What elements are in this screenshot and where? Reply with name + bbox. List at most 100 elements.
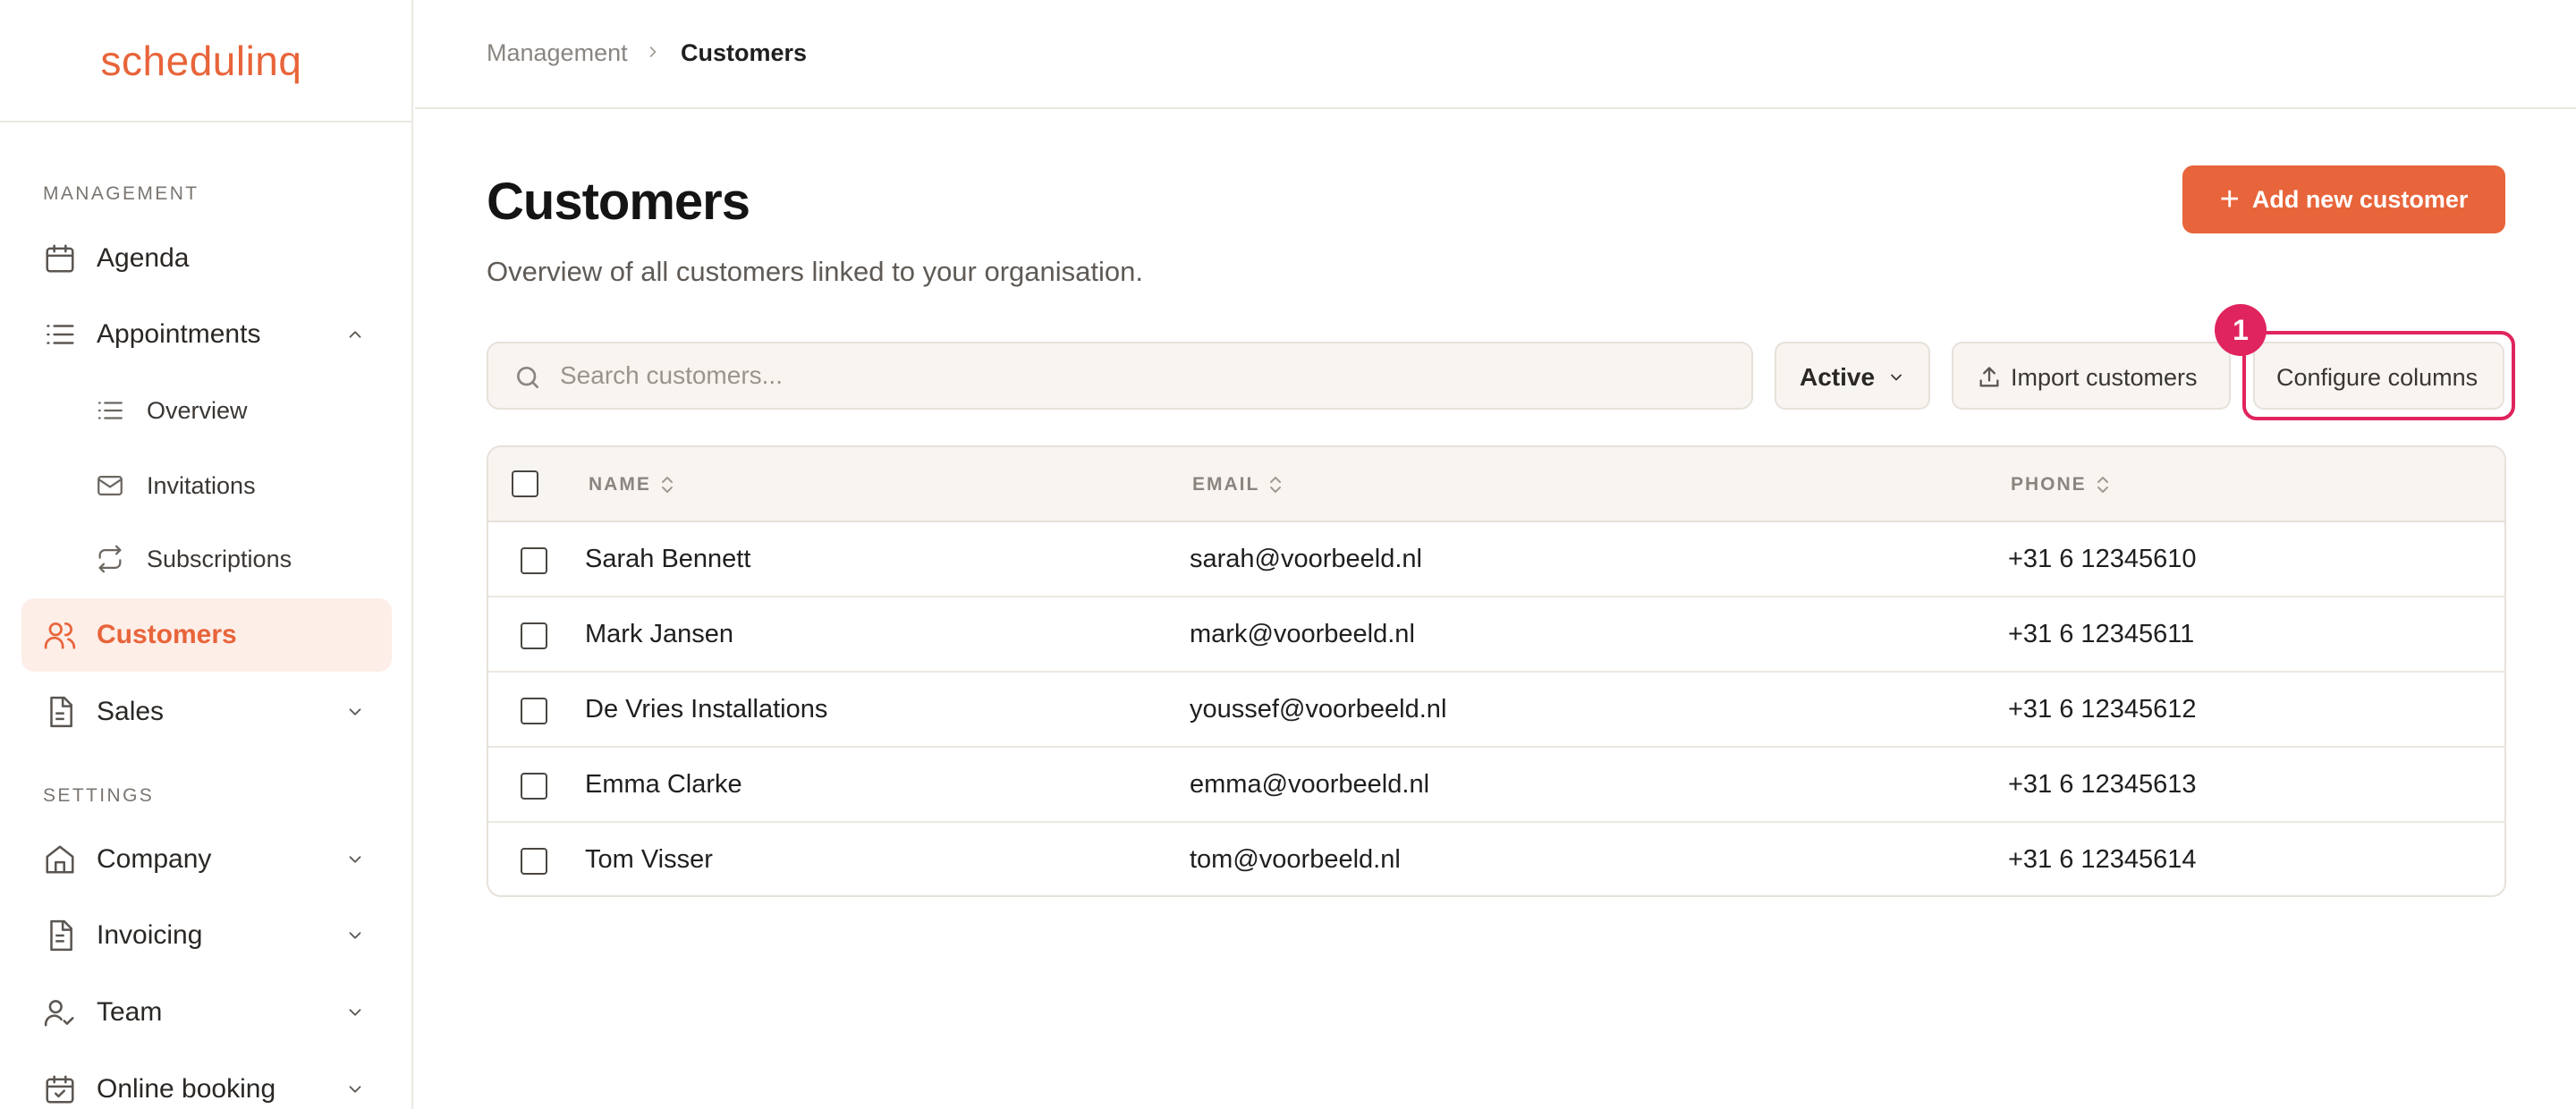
chevron-down-icon[interactable] [345, 926, 365, 945]
configure-columns-label: Configure columns [2276, 364, 2479, 391]
sidebar-subitem-subscriptions[interactable]: Subscriptions [79, 522, 392, 596]
cell-phone: +31 6 12345610 [2008, 545, 2197, 573]
sidebar-subitem-label: Subscriptions [147, 545, 292, 572]
search-box[interactable] [487, 342, 1753, 410]
sidebar-subitem-label: Overview [147, 396, 248, 424]
chevron-down-icon[interactable] [345, 850, 365, 869]
sidebar-item-label: Appointments [97, 319, 261, 349]
sidebar-item-team[interactable]: Team [21, 976, 392, 1049]
list-icon [97, 402, 123, 419]
search-input[interactable] [560, 343, 1723, 408]
sidebar-item-customers[interactable]: Customers [21, 598, 392, 672]
column-header-label: PHONE [2011, 474, 2087, 495]
configure-columns-button[interactable]: Configure columns [2253, 342, 2504, 410]
logo-area: schedulinq [0, 0, 411, 123]
cell-email: youssef@voorbeeld.nl [1190, 695, 1447, 724]
user-check-icon [44, 1000, 74, 1027]
step-badge: 1 [2215, 304, 2267, 356]
cell-name: Tom Visser [585, 845, 713, 874]
sidebar-item-sales[interactable]: Sales [21, 675, 392, 749]
section-label-management: MANAGEMENT [43, 183, 199, 204]
sort-icon [661, 477, 673, 493]
cell-email: sarah@voorbeeld.nl [1190, 545, 1422, 573]
status-filter-value: Active [1800, 363, 1876, 391]
chevron-down-icon [1891, 374, 1902, 381]
breadcrumb-parent[interactable]: Management [487, 39, 628, 67]
topbar: Management Customers [415, 0, 2576, 109]
sidebar-item-label: Company [97, 844, 212, 874]
row-checkbox[interactable] [521, 773, 547, 800]
sidebar-subitem-label: Invitations [147, 471, 256, 499]
chevron-down-icon[interactable] [345, 1003, 365, 1022]
table-row[interactable]: Sarah Bennett sarah@voorbeeld.nl +31 6 1… [488, 522, 2504, 597]
sidebar-item-label: Team [97, 997, 163, 1027]
column-header-phone[interactable]: PHONE [2011, 474, 2110, 495]
logo[interactable]: schedulinq [101, 37, 302, 85]
page-title: Customers [487, 173, 750, 231]
row-checkbox[interactable] [521, 698, 547, 724]
sidebar-item-label: Agenda [97, 243, 190, 273]
column-header-label: NAME [589, 474, 651, 495]
users-icon [44, 622, 76, 649]
sidebar-item-label: Sales [97, 697, 165, 726]
chevron-up-icon[interactable] [345, 325, 365, 344]
repeat-icon [98, 545, 122, 573]
cell-phone: +31 6 12345613 [2008, 770, 2197, 799]
add-customer-button[interactable]: + Add new customer [2182, 165, 2505, 233]
sidebar-item-label: Online booking [97, 1074, 276, 1104]
sidebar-item-label: Customers [97, 620, 237, 649]
cell-email: tom@voorbeeld.nl [1190, 845, 1401, 874]
cell-phone: +31 6 12345612 [2008, 695, 2197, 724]
calendar-icon [46, 244, 74, 273]
cell-name: Sarah Bennett [585, 545, 751, 573]
row-checkbox[interactable] [521, 848, 547, 875]
chevron-right-icon [649, 47, 657, 57]
home-icon [46, 845, 74, 874]
cell-name: Mark Jansen [585, 620, 734, 648]
section-label-settings: SETTINGS [43, 785, 155, 806]
table-header: NAME EMAIL PHONE [488, 447, 2504, 522]
chevron-down-icon[interactable] [345, 702, 365, 722]
cell-name: Emma Clarke [585, 770, 742, 799]
import-customers-button[interactable]: Import customers [1952, 342, 2231, 410]
sidebar-item-invoicing[interactable]: Invoicing [21, 899, 392, 972]
status-filter-select[interactable]: Active [1775, 342, 1930, 410]
row-checkbox[interactable] [521, 622, 547, 649]
table-row[interactable]: De Vries Installations youssef@voorbeeld… [488, 673, 2504, 748]
column-header-name[interactable]: NAME [589, 474, 674, 495]
mail-icon [97, 475, 123, 496]
document-icon [50, 696, 72, 728]
cell-email: emma@voorbeeld.nl [1190, 770, 1430, 799]
search-icon [517, 367, 538, 388]
table-row[interactable]: Mark Jansen mark@voorbeeld.nl +31 6 1234… [488, 597, 2504, 673]
table-row[interactable]: Tom Visser tom@voorbeeld.nl +31 6 123456… [488, 823, 2504, 895]
list-icon [47, 325, 74, 344]
sidebar-subitem-overview[interactable]: Overview [79, 374, 392, 447]
chevron-down-icon[interactable] [345, 1079, 365, 1099]
breadcrumb-current: Customers [681, 39, 808, 66]
cell-phone: +31 6 12345614 [2008, 845, 2197, 874]
table-row[interactable]: Emma Clarke emma@voorbeeld.nl +31 6 1234… [488, 748, 2504, 823]
cell-email: mark@voorbeeld.nl [1190, 620, 1415, 648]
row-checkbox[interactable] [521, 547, 547, 574]
sidebar-item-appointments[interactable]: Appointments [21, 298, 392, 371]
column-header-email[interactable]: EMAIL [1192, 474, 1283, 495]
add-customer-button-label: Add new customer [2251, 185, 2469, 213]
plus-icon: + [2219, 181, 2240, 218]
sort-icon [2097, 477, 2108, 493]
invoice-icon [50, 919, 72, 952]
sidebar-subitem-invitations[interactable]: Invitations [79, 449, 392, 522]
column-header-label: EMAIL [1192, 474, 1260, 495]
cell-phone: +31 6 12345611 [2008, 620, 2195, 648]
sidebar-item-agenda[interactable]: Agenda [21, 222, 392, 295]
sidebar: schedulinq MANAGEMENT Agenda Appointment… [0, 0, 413, 1109]
sidebar-item-label: Invoicing [97, 920, 203, 950]
calendar-check-icon [46, 1075, 74, 1104]
page-subtitle: Overview of all customers linked to your… [487, 256, 1143, 287]
sidebar-item-company[interactable]: Company [21, 823, 392, 896]
sidebar-item-online-booking[interactable]: Online booking [21, 1053, 392, 1109]
sort-icon [1270, 477, 1282, 493]
select-all-checkbox[interactable] [512, 470, 538, 497]
upload-icon [1979, 367, 1999, 387]
cell-name: De Vries Installations [585, 695, 828, 724]
